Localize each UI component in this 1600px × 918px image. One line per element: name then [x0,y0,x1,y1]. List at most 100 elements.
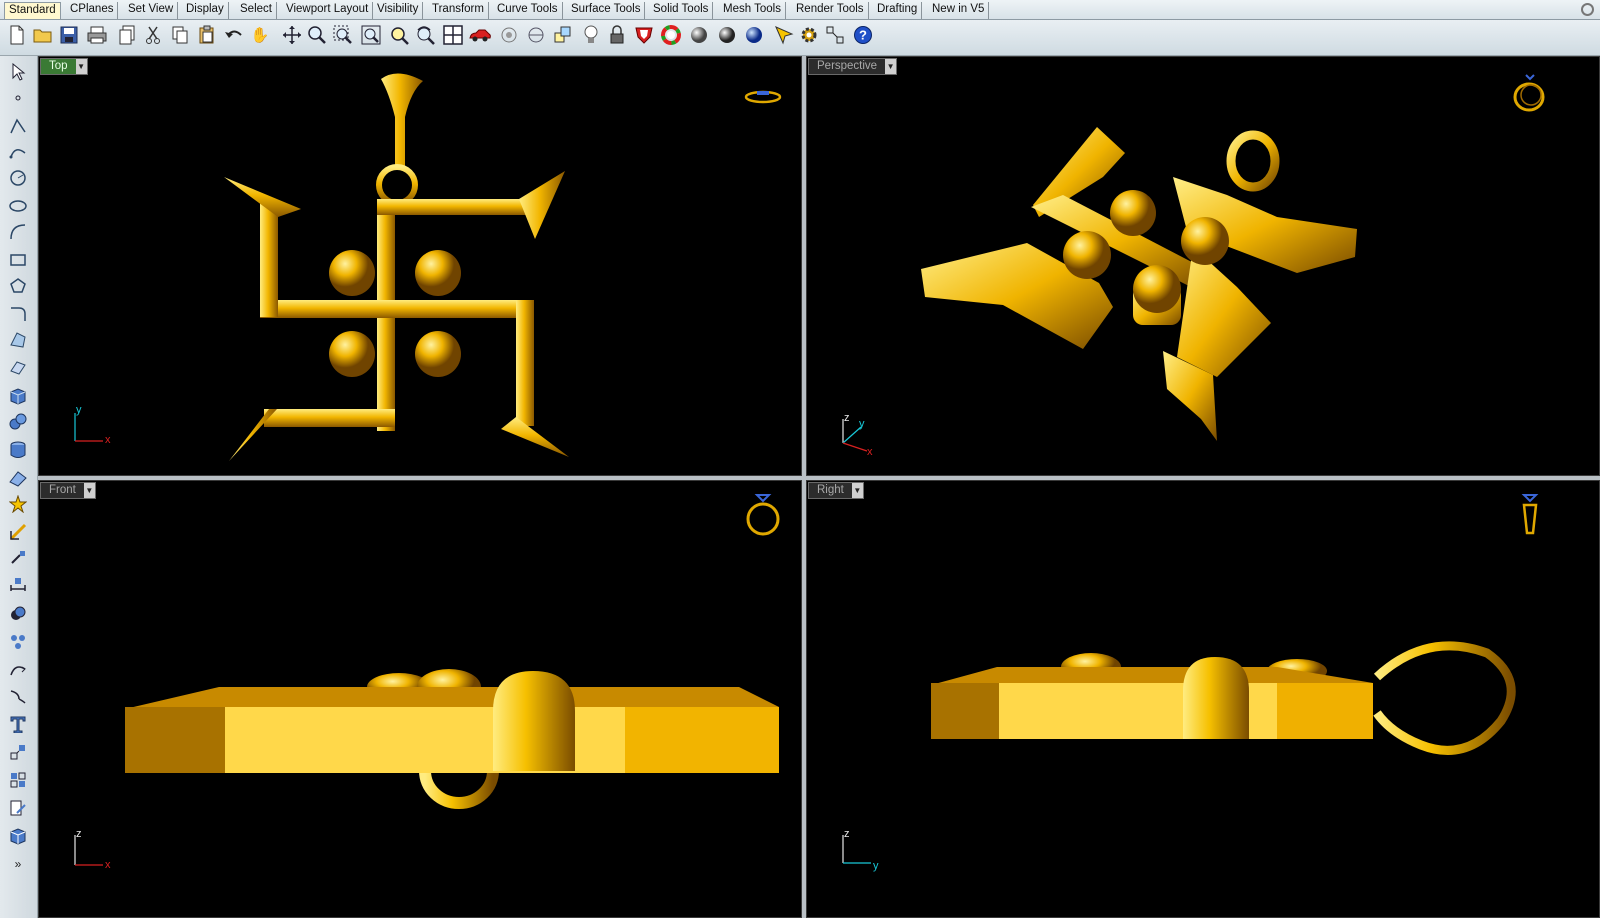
tab-set-view[interactable]: Set View [124,2,179,19]
viewport-right[interactable]: Right ▼ z y [806,480,1600,918]
new-file-icon[interactable] [6,24,28,46]
star-icon[interactable] [6,492,30,516]
tab-select[interactable]: Select [236,2,277,19]
chevron-down-icon[interactable]: ▼ [83,483,95,498]
arc-icon[interactable] [6,220,30,244]
viewport-splitter-vertical[interactable] [802,56,806,918]
rendered-sphere-icon[interactable] [716,24,738,46]
print-icon[interactable] [86,24,108,46]
rectangle-icon[interactable] [6,248,30,272]
pan-hand-icon[interactable]: ✋ [249,24,271,46]
tab-surface-tools[interactable]: Surface Tools [567,2,646,19]
zoom-selected-icon[interactable] [388,24,410,46]
tab-solid-tools[interactable]: Solid Tools [649,2,714,19]
tab-mesh-tools[interactable]: Mesh Tools [719,2,786,19]
polygon-icon[interactable] [6,274,30,298]
tab-standard[interactable]: Standard [4,2,61,19]
viewport-name[interactable]: Right [809,483,852,498]
viewport-top[interactable]: Top ▼ y x [38,56,802,476]
render-cube-icon[interactable] [6,824,30,848]
transform-icon[interactable] [6,520,30,544]
main-side-toolbar: » [0,56,38,918]
viewport-title-front[interactable]: Front ▼ [40,482,96,499]
sphere-solid-icon[interactable] [6,410,30,434]
circle-icon[interactable] [6,166,30,190]
fillet-curve-icon[interactable] [6,302,30,326]
layer-icon[interactable] [552,24,574,46]
viewport-title-perspective[interactable]: Perspective ▼ [808,58,898,75]
tab-visibility[interactable]: Visibility [373,2,424,19]
ring-right-icon [1521,494,1539,535]
named-cplane-icon[interactable] [525,24,547,46]
standard-toolbar: ✋ ? [0,20,1600,56]
box-icon[interactable] [6,384,30,408]
polyline-icon[interactable] [6,114,30,138]
surface-corner-icon[interactable] [6,328,30,352]
ellipse-icon[interactable] [6,194,30,218]
block-icon[interactable] [6,796,30,820]
lock-icon[interactable] [606,24,628,46]
select-arrow-icon[interactable] [6,60,30,84]
boolean-icon[interactable] [6,602,30,626]
viewport-title-right[interactable]: Right ▼ [808,482,864,499]
tab-transform[interactable]: Transform [428,2,489,19]
extrude-surface-icon[interactable] [6,356,30,380]
paste-icon[interactable] [196,24,218,46]
tab-cplanes[interactable]: CPlanes [66,2,119,19]
four-viewports-icon[interactable] [442,24,464,46]
copy-icon[interactable] [169,24,191,46]
viewport-perspective[interactable]: Perspective ▼ z y x [806,56,1600,476]
chevron-down-icon[interactable]: ▼ [885,59,897,74]
tab-curve-tools[interactable]: Curve Tools [493,2,563,19]
chevron-down-icon[interactable]: ▼ [75,59,87,74]
axis-label-z: z [844,828,850,840]
explode-icon[interactable] [6,684,30,708]
chevron-down-icon[interactable]: ▼ [851,483,863,498]
align-icon[interactable] [6,546,30,570]
select-filter-icon[interactable] [773,24,795,46]
point-icon[interactable] [6,86,30,110]
color-wheel-icon[interactable] [660,24,682,46]
curve-icon[interactable] [6,140,30,164]
more-tools-icon[interactable]: » [6,852,30,876]
join-icon[interactable] [6,658,30,682]
grid-snap-icon[interactable] [825,24,847,46]
viewport-title-top[interactable]: Top ▼ [40,58,88,75]
viewport-splitter-horizontal[interactable] [38,476,1600,480]
light-bulb-icon[interactable] [580,24,602,46]
copy-page-icon[interactable] [116,24,138,46]
edit-points-icon[interactable] [6,466,30,490]
open-folder-icon[interactable] [32,24,54,46]
tab-viewport-layout[interactable]: Viewport Layout [282,2,374,19]
zoom-icon[interactable] [306,24,328,46]
blue-sphere-icon[interactable] [743,24,765,46]
zoom-window-icon[interactable] [332,24,354,46]
tab-render-tools[interactable]: Render Tools [792,2,869,19]
tab-drafting[interactable]: Drafting [873,2,923,19]
rotate-view-icon[interactable] [414,24,436,46]
array-icon[interactable] [6,740,30,764]
group-icon[interactable] [6,630,30,654]
cut-icon[interactable] [142,24,164,46]
tab-display[interactable]: Display [182,2,229,19]
help-icon[interactable]: ? [852,24,874,46]
text-icon[interactable] [6,712,30,736]
viewport-front[interactable]: Front ▼ z x [38,480,802,918]
viewport-name[interactable]: Perspective [809,59,886,74]
settings-gear-icon[interactable] [798,24,820,46]
undo-icon[interactable] [223,24,245,46]
dimension-icon[interactable] [6,572,30,596]
move-view-icon[interactable] [281,24,303,46]
render-preview-icon[interactable] [498,24,520,46]
tab-options-gear-icon[interactable] [1581,3,1594,16]
viewport-name[interactable]: Front [41,483,84,498]
zoom-extents-icon[interactable] [360,24,382,46]
tab-new-in-v5[interactable]: New in V5 [928,2,990,19]
analyze-icon[interactable] [6,768,30,792]
save-icon[interactable] [58,24,80,46]
viewport-name[interactable]: Top [41,59,76,74]
shield-icon[interactable] [633,24,655,46]
car-icon[interactable] [469,24,491,46]
shaded-sphere-icon[interactable] [688,24,710,46]
cylinder-icon[interactable] [6,438,30,462]
